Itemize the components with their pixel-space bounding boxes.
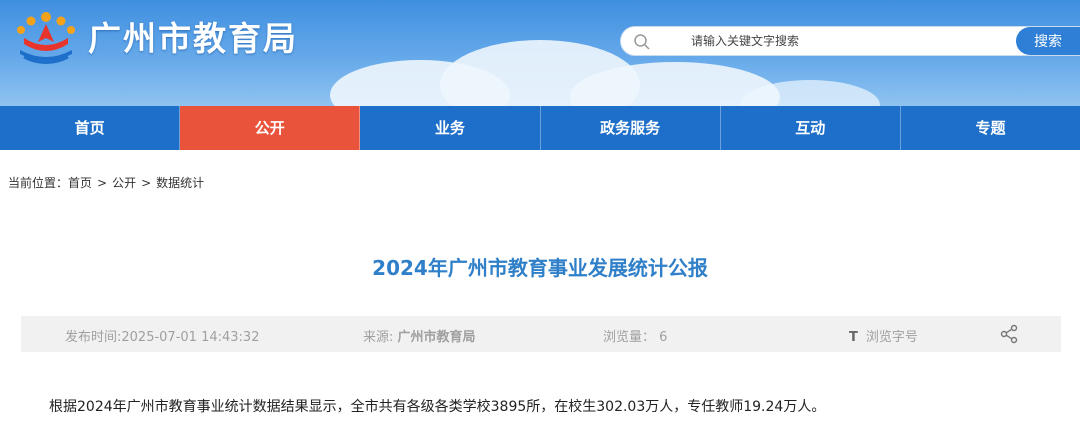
publish-time-label: 发布时间:: [65, 330, 122, 345]
nav-item-business[interactable]: 业务: [360, 106, 541, 150]
font-size-control[interactable]: T 浏览字号: [849, 326, 918, 345]
views-label: 浏览量：: [603, 330, 656, 345]
font-size-icon: T: [849, 330, 858, 345]
search-button[interactable]: 搜索: [1016, 27, 1080, 55]
main-nav: 首页 公开 业务 政务服务 互动 专题: [0, 106, 1080, 150]
font-size-label: 浏览字号: [865, 330, 918, 345]
share-icon[interactable]: [999, 324, 1019, 344]
publish-time-value: 2025-07-01 14:43:32: [121, 330, 260, 345]
breadcrumb-item-home[interactable]: 首页: [68, 176, 92, 190]
nav-item-topics[interactable]: 专题: [901, 106, 1080, 150]
source-value: 广州市教育局: [397, 330, 476, 345]
nav-item-public[interactable]: 公开: [180, 106, 361, 150]
view-count: 浏览量： 6: [603, 326, 667, 345]
nav-item-interaction[interactable]: 互动: [721, 106, 901, 150]
nav-item-home[interactable]: 首页: [0, 106, 181, 150]
article-body-paragraph: 根据2024年广州市教育事业统计数据结果显示，全市共有各级各类学校3895所，在…: [49, 399, 826, 415]
breadcrumb-item-public[interactable]: 公开: [112, 176, 136, 190]
publish-time: 发布时间:2025-07-01 14:43:32: [65, 326, 259, 345]
source-label: 来源:: [363, 330, 394, 345]
breadcrumb-prefix: 当前位置：: [8, 176, 69, 190]
views-value: 6: [659, 330, 668, 345]
search-icon: [634, 34, 650, 50]
article-source: 来源: 广州市教育局: [363, 326, 476, 345]
breadcrumb-separator: >: [141, 176, 152, 190]
breadcrumb-separator: >: [97, 176, 108, 190]
site-title[interactable]: 广州市教育局: [88, 12, 298, 60]
nav-item-gov-services[interactable]: 政务服务: [541, 106, 721, 150]
breadcrumb: 当前位置：首页 > 公开 > 数据统计: [8, 174, 204, 191]
article-meta-bar: 发布时间:2025-07-01 14:43:32 来源: 广州市教育局 浏览量：…: [21, 316, 1061, 352]
article-title: 2024年广州市教育事业发展统计公报: [372, 256, 708, 280]
search-input[interactable]: [661, 27, 981, 55]
breadcrumb-item-statistics[interactable]: 数据统计: [156, 176, 204, 190]
education-bureau-logo-icon[interactable]: [14, 8, 78, 66]
search-box: [620, 26, 1080, 56]
